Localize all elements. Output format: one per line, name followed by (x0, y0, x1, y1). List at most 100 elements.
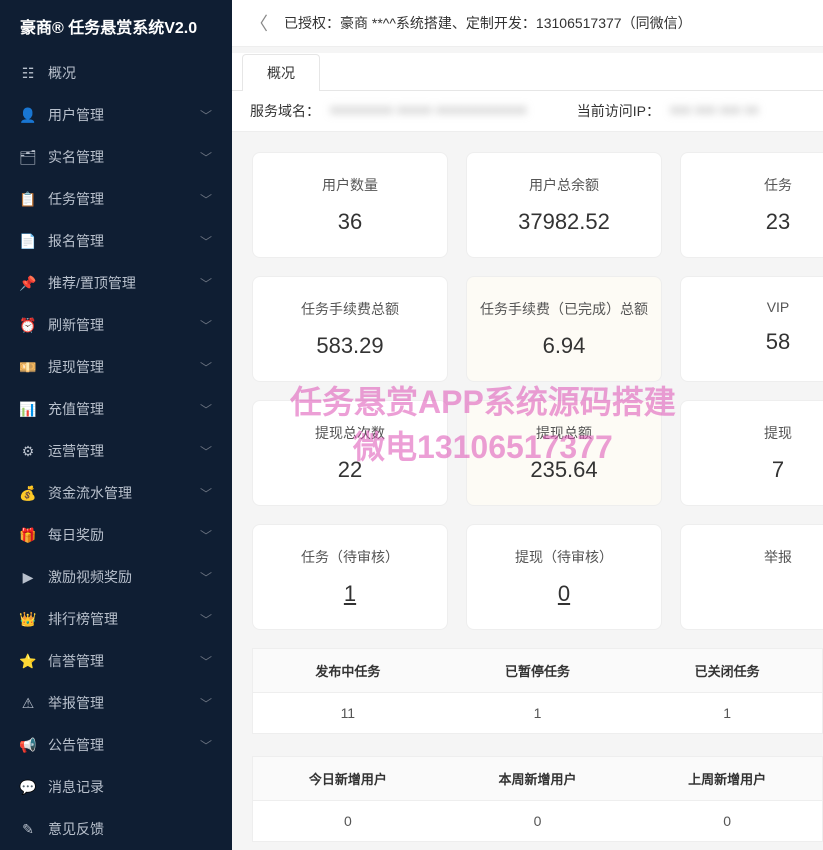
menu-icon: ⚠ (20, 695, 36, 711)
menu-label: 消息记录 (48, 777, 212, 797)
stat-card-value[interactable]: 0 (477, 581, 651, 607)
chevron-down-icon: ﹀ (200, 653, 212, 670)
menu-icon: 📌 (20, 275, 36, 291)
stat-card-title: VIP (691, 299, 823, 315)
stat-card-value: 235.64 (477, 457, 651, 483)
table-cell: 0 (443, 801, 633, 841)
sidebar-item-12[interactable]: ▶ 激励视频奖励﹀ (0, 556, 232, 598)
stat-card-value[interactable]: 1 (263, 581, 437, 607)
menu-icon: ☷ (20, 65, 36, 81)
table-header-cell: 本周新增用户 (443, 757, 633, 800)
back-icon[interactable]: 〈 (250, 10, 268, 36)
sidebar-item-4[interactable]: 📄报名管理﹀ (0, 220, 232, 262)
menu-icon: 💬 (20, 779, 36, 795)
sidebar-item-3[interactable]: 📋任务管理﹀ (0, 178, 232, 220)
stat-card: 提现总次数 22 (252, 400, 448, 506)
stat-card-title: 任务（待审核） (263, 547, 437, 567)
sidebar-item-1[interactable]: 👤用户管理﹀ (0, 94, 232, 136)
menu-icon: 💴 (20, 359, 36, 375)
chevron-down-icon: ﹀ (200, 443, 212, 460)
sidebar-item-5[interactable]: 📌推荐/置顶管理﹀ (0, 262, 232, 304)
sidebar-item-7[interactable]: 💴 提现管理﹀ (0, 346, 232, 388)
table-section: 今日新增用户本周新增用户上周新增用户000 (252, 756, 823, 842)
chevron-down-icon: ﹀ (200, 611, 212, 628)
menu-icon: 💰 (20, 485, 36, 501)
stat-card-title: 提现总次数 (263, 423, 437, 443)
stat-card-value: 23 (691, 209, 823, 235)
table-header-cell: 已关闭任务 (632, 649, 822, 692)
menu-label: 实名管理 (48, 147, 200, 167)
stat-card: 用户数量 36 (252, 152, 448, 258)
table-cell: 0 (253, 801, 443, 841)
sidebar-item-18[interactable]: ✎意见反馈 (0, 808, 232, 850)
stat-card: VIP 58 (680, 276, 823, 382)
menu-icon: ⚙ (20, 443, 36, 459)
stat-card-title: 用户数量 (263, 175, 437, 195)
table-header-cell: 发布中任务 (253, 649, 443, 692)
menu-label: 报名管理 (48, 231, 200, 251)
main-content: 〈 已授权：豪商 **^^系统搭建、定制开发：13106517377（同微信） … (232, 0, 823, 850)
stat-card: 用户总余额37982.52 (466, 152, 662, 258)
stat-card-value: 7 (691, 457, 823, 483)
menu-label: 资金流水管理 (48, 483, 200, 503)
tab-overview[interactable]: 概况 (242, 54, 320, 91)
sidebar-item-11[interactable]: 🎁每日奖励﹀ (0, 514, 232, 556)
table-cell: 1 (443, 693, 633, 733)
table-cell: 0 (632, 801, 822, 841)
stat-card-title: 任务 (691, 175, 823, 195)
menu-icon: 📊 (20, 401, 36, 417)
stat-card-title: 提现总额 (477, 423, 651, 443)
stat-card: 任务手续费（已完成）总额6.94 (466, 276, 662, 382)
sidebar-item-13[interactable]: 👑排行榜管理﹀ (0, 598, 232, 640)
menu-label: 激励视频奖励 (48, 567, 200, 587)
menu-label: 提现管理 (48, 357, 200, 377)
sidebar-item-10[interactable]: 💰 资金流水管理﹀ (0, 472, 232, 514)
stat-row: 任务（待审核） 1 提现（待审核） 0 举报 (252, 524, 823, 630)
sidebar-item-6[interactable]: ⏰刷新管理﹀ (0, 304, 232, 346)
sidebar-item-16[interactable]: 📢公告管理﹀ (0, 724, 232, 766)
stat-card-value: 36 (263, 209, 437, 235)
menu-label: 意见反馈 (48, 819, 212, 839)
stat-card-value: 58 (691, 329, 823, 355)
stat-card-value: 583.29 (263, 333, 437, 359)
stat-card-title: 举报 (691, 547, 823, 567)
stat-row: 用户数量 36 用户总余额37982.52 任务 23 (252, 152, 823, 258)
sidebar-item-17[interactable]: 💬 消息记录 (0, 766, 232, 808)
menu-icon: ▶ (20, 569, 36, 585)
menu-label: 信誉管理 (48, 651, 200, 671)
chevron-down-icon: ﹀ (200, 191, 212, 208)
chevron-down-icon: ﹀ (200, 569, 212, 586)
table-header-row: 发布中任务已暂停任务已关闭任务 (252, 648, 823, 693)
ip-value: xxx xxx xxx xx (670, 101, 759, 121)
sidebar-item-8[interactable]: 📊充值管理﹀ (0, 388, 232, 430)
table-section: 发布中任务已暂停任务已关闭任务1111 (252, 648, 823, 734)
stat-card: 提现（待审核） 0 (466, 524, 662, 630)
table-header-cell: 今日新增用户 (253, 757, 443, 800)
sidebar-item-15[interactable]: ⚠举报管理﹀ (0, 682, 232, 724)
stat-row: 任务手续费总额 583.29 任务手续费（已完成）总额6.94 VIP 58 (252, 276, 823, 382)
tabs: 概况 (232, 53, 823, 91)
menu-label: 排行榜管理 (48, 609, 200, 629)
stat-card-title: 任务手续费总额 (263, 299, 437, 319)
sidebar-menu: ☷概况👤用户管理﹀🗂实名管理﹀📋任务管理﹀📄报名管理﹀📌推荐/置顶管理﹀⏰刷新管… (0, 52, 232, 850)
sidebar-item-0[interactable]: ☷概况 (0, 52, 232, 94)
info-row: 服务域名： xxxxxxxxx xxxxx xxxxxxxxxxxxx 当前访问… (232, 91, 823, 132)
table-cell: 11 (253, 693, 443, 733)
menu-icon: ⭐ (20, 653, 36, 669)
chevron-down-icon: ﹀ (200, 359, 212, 376)
domain-label: 服务域名： (250, 101, 320, 121)
table-header-cell: 已暂停任务 (443, 649, 633, 692)
menu-label: 任务管理 (48, 189, 200, 209)
sidebar: 豪商® 任务悬赏系统V2.0 ☷概况👤用户管理﹀🗂实名管理﹀📋任务管理﹀📄报名管… (0, 0, 232, 850)
chevron-down-icon: ﹀ (200, 485, 212, 502)
sidebar-item-2[interactable]: 🗂实名管理﹀ (0, 136, 232, 178)
stat-card-value: 37982.52 (477, 209, 651, 235)
menu-icon: 🗂 (20, 149, 36, 165)
menu-label: 举报管理 (48, 693, 200, 713)
chevron-down-icon: ﹀ (200, 317, 212, 334)
menu-icon: 📄 (20, 233, 36, 249)
sidebar-item-9[interactable]: ⚙运营管理﹀ (0, 430, 232, 472)
sidebar-item-14[interactable]: ⭐ 信誉管理﹀ (0, 640, 232, 682)
stat-card-value: 22 (263, 457, 437, 483)
stat-card-title: 提现（待审核） (477, 547, 651, 567)
